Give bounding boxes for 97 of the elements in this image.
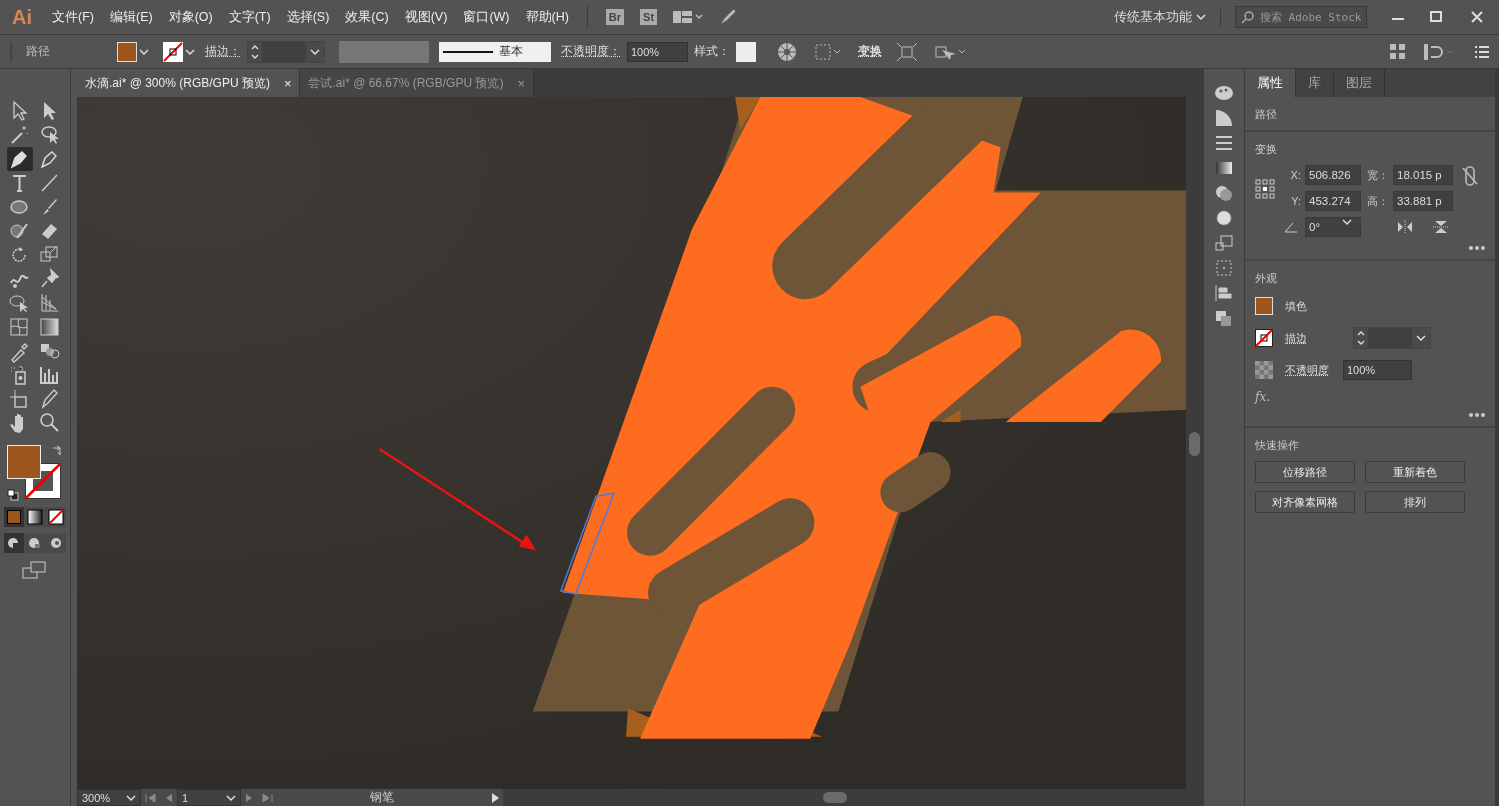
document-tab[interactable]: 水滴.ai* @ 300% (RGB/GPU 预览) × [77, 69, 301, 97]
panel-tab[interactable]: 图层 [1334, 69, 1385, 97]
link-icon[interactable] [1461, 165, 1479, 187]
flip-vertical-icon[interactable] [1433, 220, 1449, 234]
close-tab-button[interactable]: × [283, 75, 292, 91]
caret-icon[interactable] [226, 793, 236, 802]
menu-item[interactable]: 效果(C) [337, 8, 397, 26]
stroke-weight-field[interactable] [1353, 327, 1431, 349]
section-title: 快速操作 [1255, 438, 1300, 453]
brush-dropdown[interactable]: 基本 [439, 41, 551, 62]
menu-item[interactable]: 编辑(E) [101, 8, 161, 26]
document-tab[interactable]: 尝试.ai* @ 66.67% (RGB/GPU 预览) × [300, 69, 534, 97]
reference-point-icon[interactable] [1255, 179, 1275, 199]
quick-action-button[interactable]: 排列 [1365, 491, 1465, 513]
section-title: 变换 [1255, 142, 1278, 157]
palette-icon[interactable] [1213, 83, 1235, 103]
x-label: X: [1289, 169, 1301, 181]
menu-item[interactable]: 帮助(H) [517, 8, 577, 26]
caret-icon[interactable] [1196, 13, 1206, 21]
color-guide-icon[interactable] [1213, 108, 1235, 128]
quick-action-button[interactable]: 对齐像素网格 [1255, 491, 1355, 513]
quick-action-button[interactable]: 重新着色 [1365, 461, 1465, 483]
stroke-none-swatch[interactable] [1255, 329, 1273, 347]
flip-horizontal-icon[interactable] [1397, 220, 1413, 234]
menu-item[interactable]: 选择(S) [278, 8, 338, 26]
menu-item[interactable]: 文字(T) [220, 8, 279, 26]
none-mode-button[interactable] [46, 507, 66, 527]
rotation-field[interactable]: 0° [1305, 217, 1361, 237]
draw-normal-icon[interactable] [4, 533, 24, 553]
style-swatch[interactable] [736, 41, 756, 62]
checkerboard-icon [1255, 361, 1273, 379]
swap-arrows-icon[interactable] [51, 445, 63, 457]
opacity-field[interactable]: 100% [627, 41, 688, 62]
stroke-weight-field[interactable] [247, 40, 325, 63]
close-tab-button[interactable]: × [517, 75, 525, 91]
bridge-button[interactable]: Br [605, 9, 625, 25]
stock-search-field[interactable]: 搜索 Adobe Stock [1235, 6, 1367, 28]
stroke-none-swatch[interactable] [163, 41, 183, 62]
stroke-label[interactable]: 描边： [205, 43, 241, 60]
grid-icon[interactable] [1389, 42, 1407, 61]
transparency-icon[interactable] [1213, 183, 1235, 203]
pen-tool-icon[interactable] [7, 147, 33, 171]
transform-link[interactable]: 变换 [858, 43, 882, 60]
width-label: 宽： [1366, 167, 1389, 183]
graphic-styles-icon[interactable] [1213, 233, 1235, 253]
opacity-label[interactable]: 不透明度 [1285, 362, 1333, 378]
appearance-icon[interactable] [1213, 208, 1235, 228]
more-options-icon[interactable] [1469, 245, 1485, 251]
artboard-dropdown[interactable]: 1 [177, 789, 241, 806]
current-tool-label: 钢笔 [369, 789, 395, 806]
opacity-field[interactable]: 100% [1343, 360, 1412, 380]
isolate-icon[interactable] [896, 41, 918, 62]
caret-icon[interactable] [1342, 218, 1352, 226]
panel-tab[interactable]: 库 [1296, 69, 1334, 97]
default-colors-icon[interactable] [7, 489, 19, 501]
opacity-label[interactable]: 不透明度： [561, 43, 621, 60]
stroke-label[interactable]: 描边 [1285, 330, 1333, 346]
y-field[interactable]: 453.274 [1305, 191, 1361, 211]
height-field[interactable]: 33.881 p [1393, 191, 1453, 211]
menu-item[interactable]: 文件(F) [44, 8, 102, 26]
height-label: 高： [1366, 193, 1389, 209]
workspace-switcher[interactable]: 传统基本功能 [1114, 8, 1221, 26]
caret-icon[interactable] [310, 47, 320, 56]
screen-mode-icon[interactable] [22, 561, 48, 579]
stroke-panel-icon[interactable] [1213, 133, 1235, 153]
y-label: Y: [1290, 195, 1301, 207]
x-field[interactable]: 506.826 [1305, 165, 1361, 185]
menu-item[interactable]: 对象(O) [160, 8, 221, 26]
gradient-mode-button[interactable] [25, 507, 45, 527]
app-logo: Ai [11, 5, 33, 29]
horizontal-scrollbar[interactable] [503, 789, 1203, 806]
more-options-icon[interactable] [1469, 412, 1485, 418]
selected-path-outline[interactable] [559, 492, 616, 595]
section-title: 外观 [1255, 271, 1278, 286]
object-type-label: 路径 [26, 43, 51, 60]
menu-item[interactable]: 视图(V) [396, 8, 456, 26]
section-title: 路径 [1255, 107, 1278, 122]
effects-button[interactable]: fx. [1255, 390, 1485, 404]
caret-icon[interactable] [1416, 334, 1426, 342]
align-panel-icon[interactable] [1213, 283, 1235, 303]
layout-icon[interactable] [673, 10, 704, 24]
panel-tab[interactable]: 属性 [1245, 69, 1296, 97]
stepper-arrows-icon[interactable] [1356, 329, 1366, 347]
artwork-canvas[interactable] [77, 97, 1186, 789]
style-label: 样式： [694, 43, 730, 60]
fill-swatch[interactable] [117, 41, 137, 62]
quick-action-button[interactable]: 位移路径 [1255, 461, 1355, 483]
caret-icon[interactable] [126, 793, 136, 802]
fill-label: 填色 [1285, 298, 1308, 314]
width-field[interactable]: 18.015 p [1393, 165, 1453, 185]
menu-item[interactable]: 窗口(W) [455, 8, 518, 26]
color-mode-button[interactable] [4, 507, 24, 527]
fill-swatch[interactable] [1255, 297, 1273, 315]
recolor-icon[interactable] [776, 40, 798, 63]
fill-color-swatch[interactable] [7, 445, 41, 479]
stock-button[interactable]: St [640, 9, 658, 25]
zoom-dropdown[interactable]: 300% [77, 789, 141, 806]
